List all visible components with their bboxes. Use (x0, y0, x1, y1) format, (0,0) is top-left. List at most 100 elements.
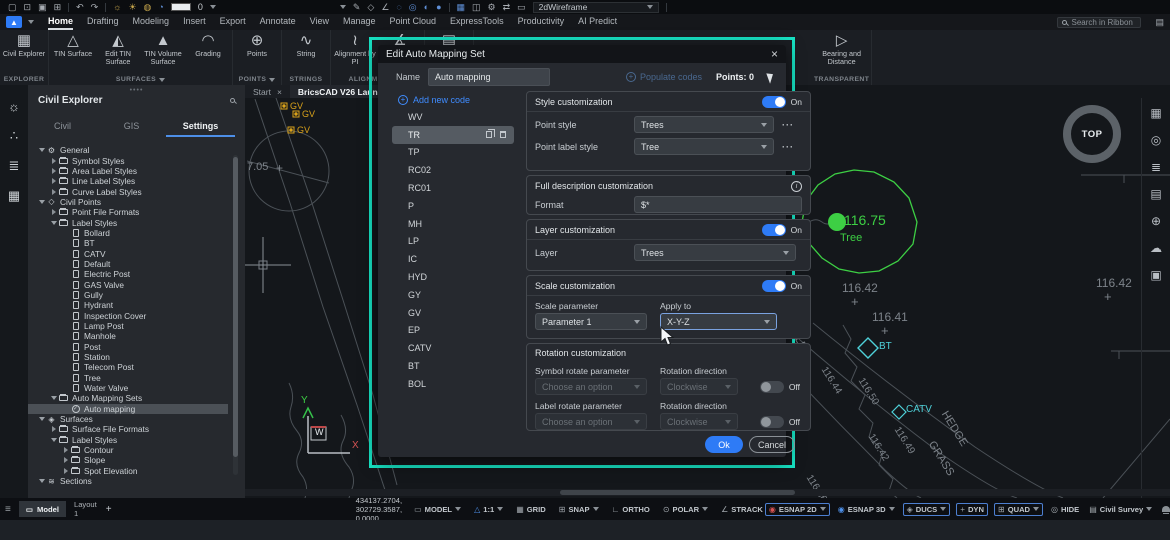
status-toggle-dyn[interactable]: +DYN (956, 503, 988, 516)
chevron-right-icon[interactable] (50, 178, 58, 184)
layer-dropdown[interactable]: Trees (634, 244, 796, 261)
tree-item-lamp-post[interactable]: Lamp Post (28, 321, 228, 331)
symbol-rotation-toggle[interactable] (760, 381, 784, 393)
code-item-lp[interactable]: LP (392, 233, 514, 251)
menu-tab-modeling[interactable]: Modeling (133, 15, 170, 30)
code-item-gy[interactable]: GY (392, 286, 514, 304)
new-file-icon[interactable]: ▢ (8, 2, 17, 12)
tree-item-post[interactable]: Post (28, 342, 228, 352)
layout-menu-icon[interactable]: ≡ (5, 504, 11, 515)
copy-icon[interactable] (486, 131, 492, 138)
point-cloud-icon[interactable]: ∴ (10, 128, 18, 144)
menu-tab-productivity[interactable]: Productivity (518, 15, 565, 30)
layer-dropdown-chevron[interactable] (210, 5, 216, 9)
sun-icon[interactable]: ☀ (128, 2, 136, 12)
tree-item-point-file-formats[interactable]: Point File Formats (28, 207, 228, 217)
tree-item-manhole[interactable]: Manhole (28, 331, 228, 341)
ribbon-search-box[interactable]: Search in Ribbon (1057, 17, 1141, 28)
bell-icon[interactable] (1160, 505, 1170, 513)
materials-icon[interactable]: ◍ (144, 2, 152, 12)
tree-item-bt[interactable]: BT (28, 238, 228, 248)
measure-icon[interactable]: ∠ (381, 2, 389, 12)
code-item-mh[interactable]: MH (392, 215, 514, 233)
tree-item-surface-file-formats[interactable]: Surface File Formats (28, 424, 228, 434)
code-item-p[interactable]: P (392, 197, 514, 215)
swap-icon[interactable]: ⇄ (503, 2, 511, 12)
status-toggle-ducs[interactable]: ◈DUCS (903, 503, 951, 516)
status-toggle-grid[interactable]: ▦GRID (514, 504, 548, 515)
save-as-icon[interactable]: ⊞ (54, 2, 62, 12)
menu-tab-drafting[interactable]: Drafting (87, 15, 119, 30)
chevron-right-icon[interactable] (50, 189, 58, 195)
panel-search-icon[interactable] (230, 98, 235, 103)
menu-tab-home[interactable]: Home (48, 15, 73, 30)
tree-item-general[interactable]: ⚙General (28, 145, 228, 155)
ribbon-panel-toggle-icon[interactable]: ▤ (1155, 17, 1164, 28)
group-expand-chevron[interactable] (159, 78, 165, 82)
ribbon-button-string[interactable]: ∿String (284, 31, 328, 58)
status-toggle-ortho[interactable]: ∟ORTHO (610, 504, 652, 515)
point-label-style-dropdown[interactable]: Tree (634, 138, 774, 155)
tree-item-curve-label-styles[interactable]: Curve Label Styles (28, 186, 228, 196)
add-layout-button[interactable]: + (106, 504, 112, 515)
ribbon-button-edit-tin-surface[interactable]: ◭Edit TIN Surface (96, 31, 140, 66)
tree-item-auto-mapping-sets[interactable]: Auto Mapping Sets (28, 393, 228, 403)
render-icon[interactable]: ⊕ (1151, 214, 1161, 228)
code-item-bt[interactable]: BT (392, 357, 514, 375)
tree-item-slope[interactable]: Slope (28, 455, 228, 465)
model-tab[interactable]: ▭ Model (19, 501, 66, 517)
chevron-down-icon[interactable] (38, 200, 46, 204)
sphere-wireframe-icon[interactable]: ◌ (396, 2, 401, 12)
populate-codes-button[interactable]: Populate codes (626, 72, 702, 82)
sphere-hidden-icon[interactable]: ◎ (409, 2, 417, 12)
symbol-rotation-direction-dropdown[interactable]: Clockwise (660, 378, 738, 395)
chevron-right-icon[interactable] (62, 468, 70, 474)
status-toggle-strack[interactable]: ∠STRACK (719, 504, 765, 515)
code-item-hyd[interactable]: HYD (392, 268, 514, 286)
delete-icon[interactable] (500, 131, 506, 138)
tree-item-line-label-styles[interactable]: Line Label Styles (28, 176, 228, 186)
pick-points-icon[interactable] (766, 71, 775, 83)
format-input[interactable] (634, 196, 802, 213)
tree-item-gas-valve[interactable]: GAS Valve (28, 279, 228, 289)
chevron-down-icon[interactable] (50, 221, 58, 225)
status-toggle-esnap-3d[interactable]: ◉ESNAP 3D (836, 504, 897, 515)
tree-item-label-styles[interactable]: Label Styles (28, 435, 228, 445)
tree-item-bollard[interactable]: Bollard (28, 228, 228, 238)
panels-icon[interactable]: ▦ (457, 2, 466, 12)
menu-tab-annotate[interactable]: Annotate (260, 15, 296, 30)
menu-tab-expresstools[interactable]: ExpressTools (450, 15, 504, 30)
close-icon[interactable]: × (277, 87, 282, 97)
tree-item-label-styles[interactable]: Label Styles (28, 217, 228, 227)
visual-style-dropdown[interactable]: 2dWireframe (533, 2, 660, 13)
civil-grid-icon[interactable]: ▦ (8, 188, 20, 204)
sphere-shaded-icon[interactable]: ◐ (424, 2, 429, 12)
menu-tab-ai-predict[interactable]: AI Predict (578, 15, 617, 30)
ribbon-button-tin-volume-surface[interactable]: ▲TIN Volume Surface (141, 31, 185, 66)
code-item-rc01[interactable]: RC01 (392, 179, 514, 197)
label-rotate-parameter-dropdown[interactable]: Choose an option (535, 413, 647, 430)
tree-item-symbol-styles[interactable]: Symbol Styles (28, 155, 228, 165)
menu-tab-point-cloud[interactable]: Point Cloud (390, 15, 437, 30)
layout-manager-icon[interactable]: ▣ (1150, 268, 1161, 282)
menu-tab-view[interactable]: View (310, 15, 329, 30)
close-icon[interactable]: × (771, 48, 778, 60)
chevron-down-icon[interactable] (38, 479, 46, 483)
view-navigation-dial[interactable]: TOP (1063, 105, 1121, 163)
chevron-right-icon[interactable] (50, 158, 58, 164)
cloud-icon[interactable]: ☁ (1150, 241, 1162, 255)
scale-toggle[interactable] (762, 280, 786, 292)
tree-item-hydrant[interactable]: Hydrant (28, 300, 228, 310)
tree-item-gully[interactable]: Gully (28, 290, 228, 300)
tree-item-civil-points[interactable]: ◇Civil Points (28, 197, 228, 207)
tree-item-electric-post[interactable]: Electric Post (28, 269, 228, 279)
redo-icon[interactable]: ↷ (91, 2, 99, 12)
symbol-rotate-parameter-dropdown[interactable]: Choose an option (535, 378, 647, 395)
ribbon-button-civil-explorer[interactable]: ▦Civil Explorer (2, 31, 46, 58)
layout1-tab[interactable]: Layout 1 (74, 500, 97, 518)
code-item-ic[interactable]: IC (392, 250, 514, 268)
document-tab-start[interactable]: Start× (245, 85, 290, 98)
tree-item-sections[interactable]: ≋Sections (28, 476, 228, 486)
light-bulb-icon[interactable]: ☼ (8, 99, 20, 114)
panel-tab-gis[interactable]: GIS (97, 119, 166, 137)
